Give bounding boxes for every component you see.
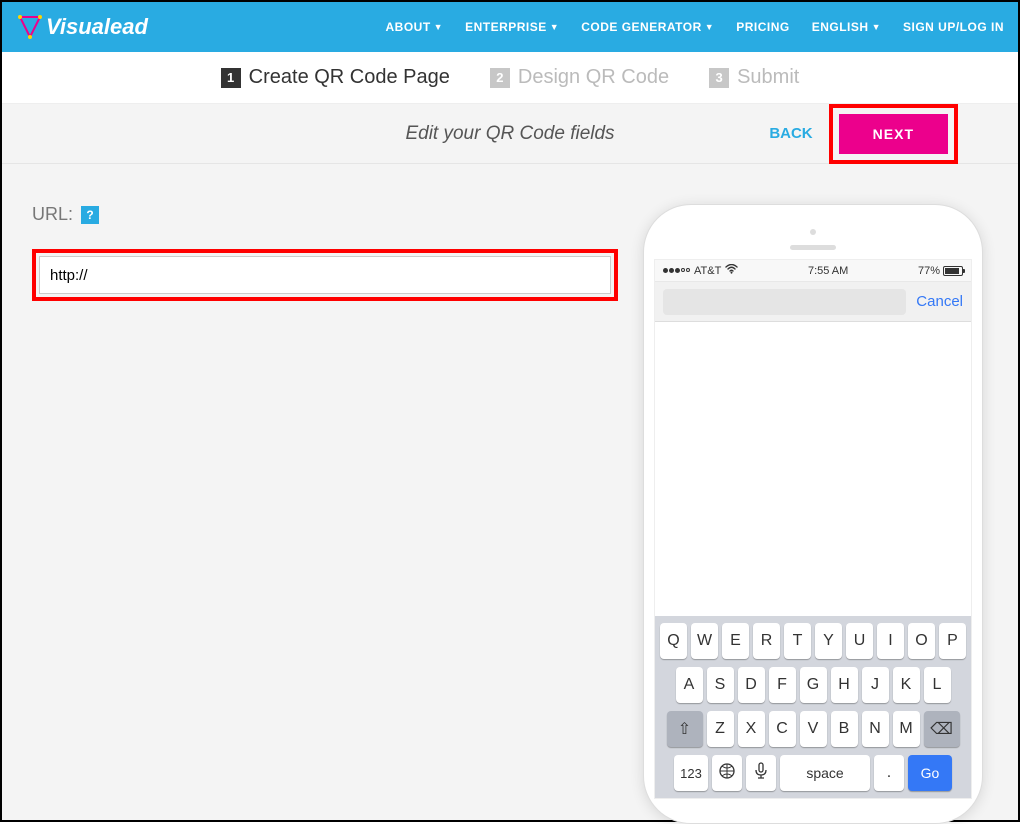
- step-2-number: 2: [490, 68, 510, 88]
- key-n[interactable]: N: [862, 711, 889, 747]
- key-m[interactable]: M: [893, 711, 920, 747]
- url-label-text: URL:: [32, 204, 73, 225]
- main-content: URL: ? AT&T: [2, 164, 1018, 820]
- kb-row-4: 123 space . Go: [658, 755, 968, 791]
- globe-icon: [718, 762, 736, 785]
- step-3-label: Submit: [737, 66, 799, 89]
- key-space[interactable]: space: [780, 755, 870, 791]
- key-t[interactable]: T: [784, 623, 811, 659]
- form-panel: URL: ?: [32, 204, 638, 780]
- brand-text: Visualead: [46, 14, 148, 40]
- status-time: 7:55 AM: [808, 265, 848, 277]
- key-p[interactable]: P: [939, 623, 966, 659]
- keyboard: QWERTYUIOP ASDFGHJKL ⇧ZXCVBNM⌫ 123 space…: [655, 616, 971, 798]
- step-2[interactable]: 2 Design QR Code: [490, 66, 669, 89]
- key-w[interactable]: W: [691, 623, 718, 659]
- key-r[interactable]: R: [753, 623, 780, 659]
- mic-icon: [754, 762, 768, 785]
- phone-speaker-icon: [790, 245, 836, 250]
- step-3[interactable]: 3 Submit: [709, 66, 799, 89]
- key-z[interactable]: Z: [707, 711, 734, 747]
- action-buttons: BACK NEXT: [769, 104, 958, 164]
- step-1[interactable]: 1 Create QR Code Page: [221, 66, 450, 89]
- key-l[interactable]: L: [924, 667, 951, 703]
- chevron-down-icon: ▼: [550, 22, 559, 32]
- key-shift[interactable]: ⇧: [667, 711, 703, 747]
- action-bar: Edit your QR Code fields BACK NEXT: [2, 104, 1018, 164]
- key-k[interactable]: K: [893, 667, 920, 703]
- chevron-down-icon: ▼: [872, 22, 881, 32]
- nav-signup[interactable]: SIGN UP/LOG IN: [903, 20, 1004, 34]
- top-nav: Visualead ABOUT▼ ENTERPRISE▼ CODE GENERA…: [2, 2, 1018, 52]
- key-o[interactable]: O: [908, 623, 935, 659]
- help-icon[interactable]: ?: [81, 206, 99, 224]
- browser-bar: Cancel: [655, 282, 971, 322]
- wifi-icon: [725, 264, 738, 277]
- back-link[interactable]: BACK: [769, 125, 812, 142]
- phone-preview-wrap: AT&T 7:55 AM 77% Cancel: [638, 204, 988, 780]
- key-j[interactable]: J: [862, 667, 889, 703]
- key-f[interactable]: F: [769, 667, 796, 703]
- kb-row-1: QWERTYUIOP: [658, 623, 968, 659]
- key-u[interactable]: U: [846, 623, 873, 659]
- battery-pct: 77%: [918, 265, 940, 277]
- carrier-label: AT&T: [694, 265, 721, 277]
- next-button[interactable]: NEXT: [839, 114, 948, 154]
- phone-frame: AT&T 7:55 AM 77% Cancel: [643, 204, 983, 824]
- nav-enterprise[interactable]: ENTERPRISE▼: [465, 20, 559, 34]
- nav-menu: ABOUT▼ ENTERPRISE▼ CODE GENERATOR▼ PRICI…: [386, 20, 1005, 34]
- browser-cancel-link[interactable]: Cancel: [916, 293, 963, 310]
- url-input[interactable]: [39, 256, 611, 294]
- phone-screen: AT&T 7:55 AM 77% Cancel: [654, 259, 972, 799]
- key-b[interactable]: B: [831, 711, 858, 747]
- key-x[interactable]: X: [738, 711, 765, 747]
- key-123[interactable]: 123: [674, 755, 708, 791]
- key-globe[interactable]: [712, 755, 742, 791]
- key-backspace[interactable]: ⌫: [924, 711, 960, 747]
- url-input-highlight: [32, 249, 618, 301]
- key-i[interactable]: I: [877, 623, 904, 659]
- url-field-label: URL: ?: [32, 204, 618, 225]
- chevron-down-icon: ▼: [434, 22, 443, 32]
- kb-row-2: ASDFGHJKL: [658, 667, 968, 703]
- key-mic[interactable]: [746, 755, 776, 791]
- browser-address-input[interactable]: [663, 289, 906, 315]
- page-subtitle: Edit your QR Code fields: [405, 123, 614, 145]
- steps-bar: 1 Create QR Code Page 2 Design QR Code 3…: [2, 52, 1018, 104]
- key-c[interactable]: C: [769, 711, 796, 747]
- key-a[interactable]: A: [676, 667, 703, 703]
- chevron-down-icon: ▼: [705, 22, 714, 32]
- next-button-highlight: NEXT: [829, 104, 958, 164]
- key-h[interactable]: H: [831, 667, 858, 703]
- key-d[interactable]: D: [738, 667, 765, 703]
- logo-icon: [16, 13, 44, 41]
- status-right: 77%: [918, 265, 963, 277]
- step-2-label: Design QR Code: [518, 66, 669, 89]
- step-1-number: 1: [221, 68, 241, 88]
- browser-body: [655, 322, 971, 616]
- status-left: AT&T: [663, 264, 738, 277]
- logo[interactable]: Visualead: [16, 13, 148, 41]
- key-e[interactable]: E: [722, 623, 749, 659]
- nav-english[interactable]: ENGLISH▼: [812, 20, 881, 34]
- nav-about[interactable]: ABOUT▼: [386, 20, 444, 34]
- status-bar: AT&T 7:55 AM 77%: [655, 260, 971, 282]
- battery-icon: [943, 266, 963, 276]
- key-go[interactable]: Go: [908, 755, 952, 791]
- key-dot[interactable]: .: [874, 755, 904, 791]
- key-q[interactable]: Q: [660, 623, 687, 659]
- signal-icon: [663, 268, 690, 273]
- key-v[interactable]: V: [800, 711, 827, 747]
- key-g[interactable]: G: [800, 667, 827, 703]
- step-3-number: 3: [709, 68, 729, 88]
- key-s[interactable]: S: [707, 667, 734, 703]
- step-1-label: Create QR Code Page: [249, 66, 450, 89]
- key-y[interactable]: Y: [815, 623, 842, 659]
- nav-code-generator[interactable]: CODE GENERATOR▼: [581, 20, 714, 34]
- nav-pricing[interactable]: PRICING: [736, 20, 790, 34]
- kb-row-3: ⇧ZXCVBNM⌫: [658, 711, 968, 747]
- phone-camera-icon: [810, 229, 816, 235]
